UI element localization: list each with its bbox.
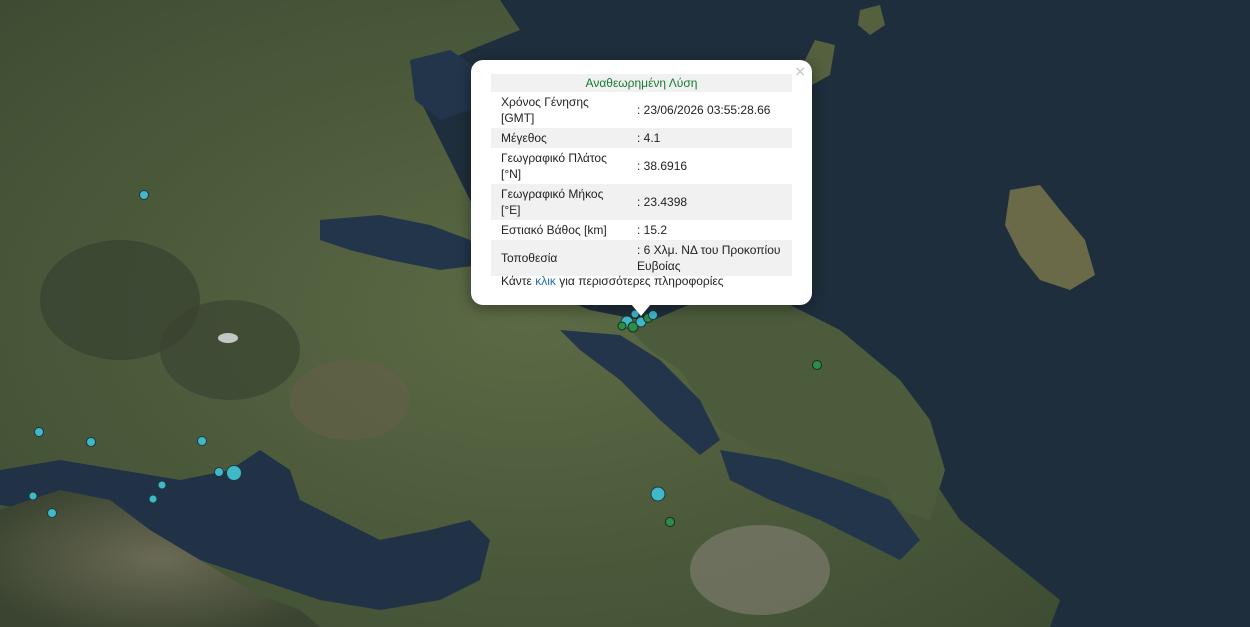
row-value: : 38.6916 <box>637 159 688 173</box>
earthquake-info-popup: × Αναθεωρημένη Λύση Χρόνος Γένησης [GMT]… <box>471 60 812 305</box>
more-suffix: για περισσότερες πληροφορίες <box>559 274 724 288</box>
more-info-link[interactable]: κλικ <box>535 274 556 288</box>
table-row: Γεωγραφικό Πλάτος [°N] : 38.6916 <box>491 148 792 184</box>
row-value: : 6 Χλμ. ΝΔ του Προκοπίου Ευβοίας <box>637 243 781 273</box>
row-label: Χρόνος Γένησης [GMT] <box>501 95 589 125</box>
table-row: Γεωγραφικό Μήκος [°E] : 23.4398 <box>491 184 792 220</box>
row-value: : 15.2 <box>637 223 668 237</box>
earthquake-marker[interactable] <box>157 480 167 490</box>
popup-tip <box>631 304 651 316</box>
table-row: Τοποθεσία : 6 Χλμ. ΝΔ του Προκοπίου Ευβο… <box>491 240 792 276</box>
earthquake-marker[interactable] <box>197 436 207 446</box>
earthquake-marker[interactable] <box>86 437 96 447</box>
more-prefix: Κάντε <box>501 274 532 288</box>
earthquake-marker[interactable] <box>812 360 822 370</box>
close-icon[interactable]: × <box>794 64 806 80</box>
row-value: : 23/06/2026 03:55:28.66 <box>637 103 771 117</box>
table-row: Μέγεθος : 4.1 <box>491 128 792 148</box>
earthquake-marker[interactable] <box>226 465 242 481</box>
earthquake-marker[interactable] <box>148 494 158 504</box>
row-value: : 4.1 <box>637 131 661 145</box>
earthquake-marker[interactable] <box>28 491 38 501</box>
row-label: Μέγεθος <box>501 131 547 145</box>
earthquake-marker[interactable] <box>617 321 627 331</box>
snow-peak <box>218 333 238 343</box>
row-label: Εστιακό Βάθος [km] <box>501 223 607 237</box>
earthquake-marker[interactable] <box>139 190 149 200</box>
row-label: Γεωγραφικό Μήκος [°E] <box>501 187 604 217</box>
earthquake-marker[interactable] <box>214 467 224 477</box>
info-table: Χρόνος Γένησης [GMT] : 23/06/2026 03:55:… <box>491 92 792 276</box>
row-label: Γεωγραφικό Πλάτος [°N] <box>501 151 607 181</box>
earthquake-marker[interactable] <box>665 517 675 527</box>
more-info-line: Κάντε κλικ για περισσότερες πληροφορίες <box>501 274 724 288</box>
earthquake-marker[interactable] <box>650 486 666 502</box>
earthquake-marker[interactable] <box>34 427 44 437</box>
row-value: : 23.4398 <box>637 195 688 209</box>
popup-title: Αναθεωρημένη Λύση <box>491 74 792 92</box>
mountain-shade <box>290 360 410 440</box>
mountain-shade <box>40 240 200 360</box>
table-row: Χρόνος Γένησης [GMT] : 23/06/2026 03:55:… <box>491 92 792 128</box>
table-row: Εστιακό Βάθος [km] : 15.2 <box>491 220 792 240</box>
urban-area <box>690 525 830 615</box>
row-label: Τοποθεσία <box>501 251 558 265</box>
earthquake-marker[interactable] <box>47 508 57 518</box>
